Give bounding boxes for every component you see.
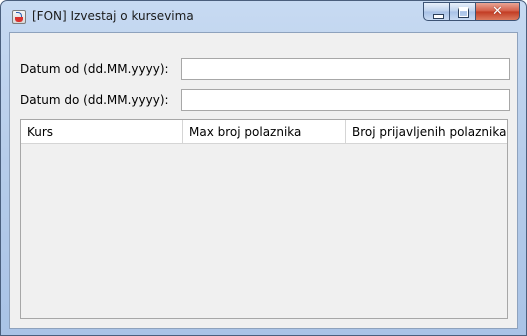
column-header-kurs[interactable]: Kurs xyxy=(21,120,183,143)
date-to-label: Datum do (dd.MM.yyyy): xyxy=(20,93,169,107)
maximize-button[interactable] xyxy=(450,2,476,21)
table-body[interactable] xyxy=(21,144,507,318)
column-header-registered-participants[interactable]: Broj prijavljenih polaznika xyxy=(346,120,507,143)
close-icon: ✕ xyxy=(492,4,503,19)
table-header: Kurs Max broj polaznika Broj prijavljeni… xyxy=(21,120,507,144)
column-header-max-participants[interactable]: Max broj polaznika xyxy=(183,120,346,143)
minimize-icon xyxy=(433,14,444,19)
date-from-label: Datum od (dd.MM.yyyy): xyxy=(20,62,169,76)
close-button[interactable]: ✕ xyxy=(476,2,520,21)
courses-table[interactable]: Kurs Max broj polaznika Broj prijavljeni… xyxy=(20,119,508,319)
content-panel: Datum od (dd.MM.yyyy): Datum do (dd.MM.y… xyxy=(9,32,518,329)
maximize-icon xyxy=(458,7,469,18)
date-to-input[interactable] xyxy=(181,89,510,111)
window-title: [FON] Izvestaj o kursevima xyxy=(32,9,194,23)
window-controls: ✕ xyxy=(423,2,520,21)
java-cup-icon[interactable] xyxy=(12,10,26,24)
minimize-button[interactable] xyxy=(423,2,450,21)
date-from-input[interactable] xyxy=(181,58,510,80)
title-bar[interactable]: [FON] Izvestaj o kursevima ✕ xyxy=(1,1,526,33)
application-window: [FON] Izvestaj o kursevima ✕ Datum od (d… xyxy=(0,0,527,336)
